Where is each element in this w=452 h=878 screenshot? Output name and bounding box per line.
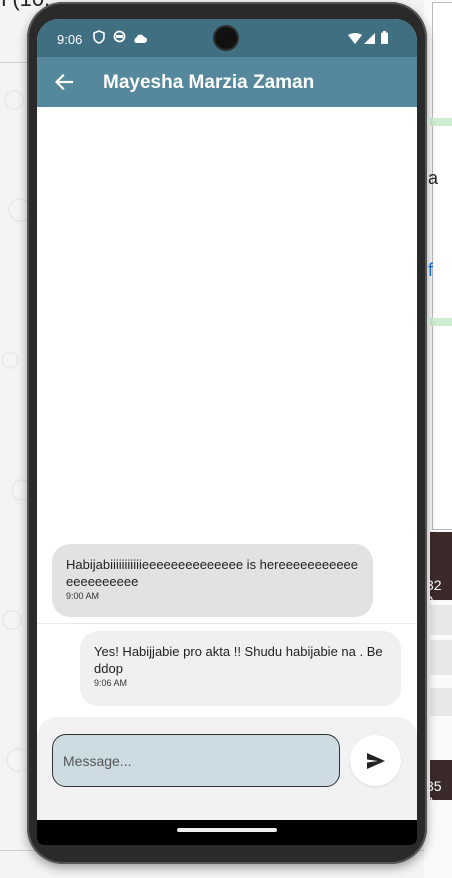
message-bubble-outgoing[interactable]: Yes! Habijjabie pro akta !! Shudu habija…: [80, 631, 401, 706]
background-row: [430, 605, 452, 635]
app-bar: Mayesha Marzia Zaman: [37, 57, 417, 107]
background-highlight: [430, 318, 452, 326]
background-window: [432, 2, 452, 530]
background-right-panel: a f 32 A 35 A: [424, 0, 452, 878]
send-button[interactable]: [350, 735, 401, 786]
status-bar: 9:06: [37, 19, 417, 57]
front-camera: [215, 27, 237, 49]
background-row: [430, 688, 452, 716]
phone-frame: 9:06 Mayesha Marzia Zaman Habijabiiiiiii…: [27, 2, 427, 864]
battery-icon: [381, 31, 388, 47]
message-list[interactable]: Habijabiiiiiiiiiiieeeeeeeeeeeeee is here…: [37, 107, 417, 717]
home-gesture-handle[interactable]: [177, 828, 277, 832]
circle-icon: [113, 30, 126, 46]
message-divider: [37, 623, 417, 624]
message-input[interactable]: [52, 734, 340, 787]
message-time: 9:06 AM: [94, 678, 128, 688]
cloud-icon: [132, 32, 147, 47]
wifi-icon: [348, 32, 362, 47]
background-text-fragment: 35 A: [426, 778, 442, 810]
send-icon: [366, 752, 385, 769]
message-text: Habijabiiiiiiiiiiieeeeeeeeeeeeee is here…: [66, 557, 359, 589]
message-bubble-incoming[interactable]: Habijabiiiiiiiiiiieeeeeeeeeeeeee is here…: [52, 544, 373, 617]
phone-screen: 9:06 Mayesha Marzia Zaman Habijabiiiiiii…: [37, 19, 417, 845]
back-button[interactable]: [49, 67, 79, 97]
navigation-bar: [37, 820, 417, 845]
message-text: Yes! Habijjabie pro akta !! Shudu habija…: [94, 644, 383, 676]
background-text-fragment: f: [428, 260, 434, 280]
message-composer: [37, 717, 417, 820]
background-highlight: [430, 118, 452, 126]
signal-icon: [364, 32, 375, 47]
background-text-fragment: a: [428, 168, 439, 188]
arrow-left-icon: [54, 73, 74, 91]
chat-title: Mayesha Marzia Zaman: [103, 72, 315, 93]
status-time: 9:06: [57, 32, 83, 47]
shield-icon: [93, 30, 105, 47]
background-row: [430, 640, 452, 675]
message-time: 9:00 AM: [66, 591, 100, 601]
